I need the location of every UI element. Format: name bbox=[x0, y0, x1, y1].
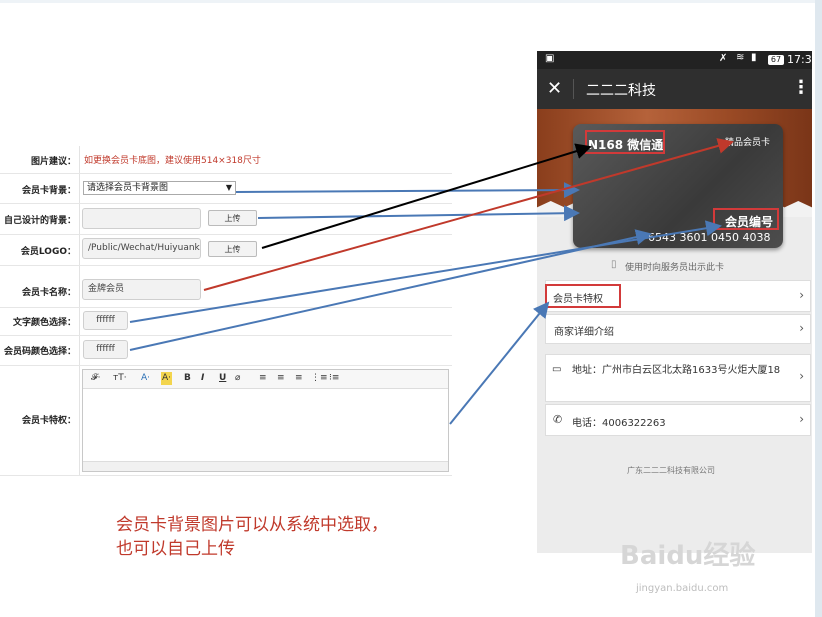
baidu-watermark-url: jingyan.baidu.com bbox=[636, 583, 729, 594]
arrow-background-to-card bbox=[235, 182, 580, 199]
arrow-logo-to-brand bbox=[261, 143, 592, 249]
annotation-arrows bbox=[129, 138, 734, 425]
arrow-codecolor-to-number bbox=[129, 229, 652, 351]
baidu-watermark: Baidu经验 bbox=[620, 541, 756, 571]
arrow-privileges-to-item bbox=[449, 301, 550, 425]
arrow-custom-bg-to-card bbox=[257, 205, 580, 222]
arrow-textcolor-to-code bbox=[129, 220, 722, 323]
